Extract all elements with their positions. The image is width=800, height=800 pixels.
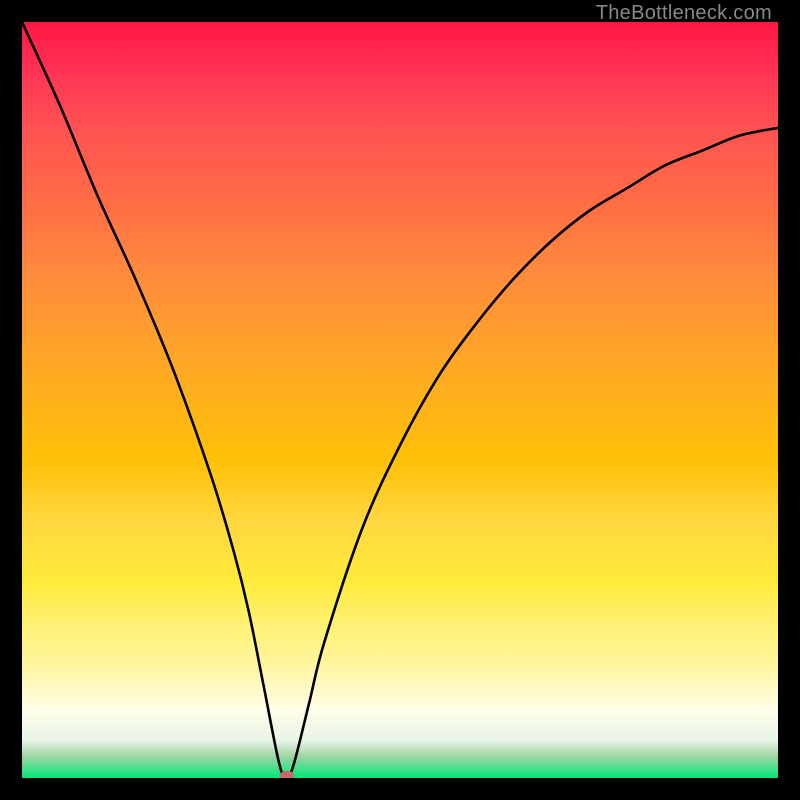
chart-outer-frame: TheBottleneck.com (0, 0, 800, 800)
chart-curve-path (22, 22, 778, 778)
watermark-text: TheBottleneck.com (596, 2, 772, 25)
chart-curve-svg (22, 22, 778, 778)
chart-plot-area (22, 22, 778, 778)
chart-minimum-marker (280, 771, 294, 778)
